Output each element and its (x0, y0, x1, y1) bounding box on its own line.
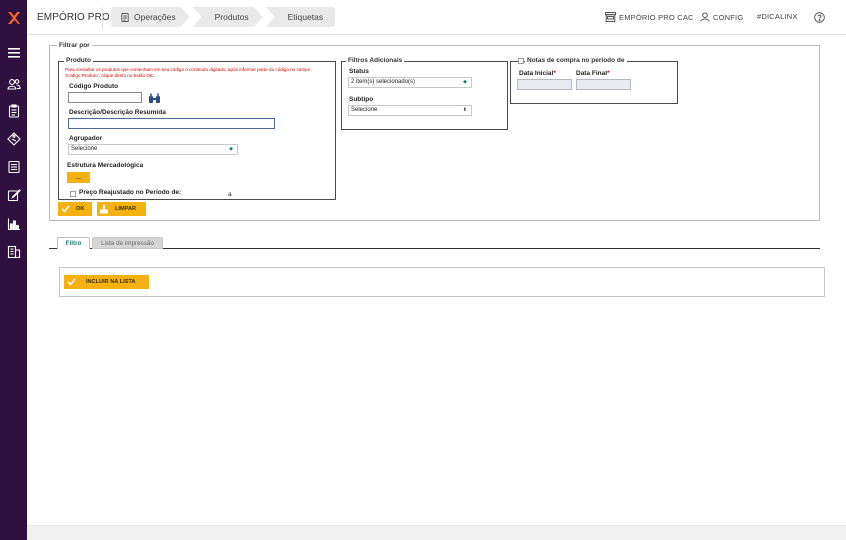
data-inicial-input[interactable] (517, 79, 572, 90)
estrutura-button[interactable]: ... (67, 172, 90, 183)
top-header: EMPÓRIO PRO Operações Produtos Etiquetas… (27, 0, 846, 35)
breadcrumb-label: Produtos (214, 12, 249, 22)
produto-legend: Produto (64, 57, 93, 64)
dicalinx-link[interactable]: #DICALINX (757, 12, 798, 21)
tabs-divider (49, 248, 820, 249)
descricao-input[interactable] (68, 118, 275, 129)
chevron-down-icon: ⬍ (462, 107, 467, 113)
clipboard-icon[interactable] (6, 103, 21, 118)
descricao-label: Descrição/Descrição Resumida (69, 109, 166, 116)
sidebar (0, 0, 27, 540)
preco-sep-label: a (228, 191, 232, 198)
emporio-cac-link[interactable]: EMPÓRIO PRO CAC (605, 12, 694, 22)
document-icon (121, 13, 129, 22)
notas-legend: Notas de compra no período de (525, 57, 627, 64)
adicionais-legend: Filtros Adicionais (346, 57, 405, 64)
preco-reajustado-label: Preço Reajustado no Período de: (79, 189, 182, 196)
header-link-label: #DICALINX (757, 12, 798, 21)
bottom-bar (27, 525, 846, 540)
notas-checkbox[interactable] (518, 58, 524, 64)
linx-logo-icon[interactable] (7, 11, 21, 25)
codigo-produto-label: Código Produto (69, 83, 119, 90)
incluir-panel (59, 267, 825, 297)
list-icon[interactable] (6, 159, 21, 174)
filter-legend: Filtrar por (57, 42, 92, 49)
header-link-label: CONFIG (713, 12, 744, 22)
subtipo-value: Selecione (351, 107, 378, 113)
building-icon[interactable] (6, 244, 21, 259)
config-link[interactable]: CONFIG (700, 12, 743, 22)
broom-icon (97, 202, 111, 216)
users-icon[interactable] (6, 76, 21, 91)
breadcrumb-operacoes[interactable]: Operações (111, 7, 190, 27)
limpar-button[interactable]: LIMPAR (97, 202, 146, 216)
app-title: EMPÓRIO PRO (37, 12, 110, 23)
agrupador-value: Selecione (71, 146, 98, 152)
preco-reajustado-checkbox[interactable] (70, 191, 76, 197)
subtipo-select[interactable]: Selecione ⬍ (348, 105, 472, 116)
breadcrumb-label: Operações (134, 12, 176, 22)
breadcrumb-produtos[interactable]: Produtos (193, 7, 263, 27)
data-final-input[interactable] (576, 79, 631, 90)
estrutura-label: Estrutura Mercadológica (67, 162, 144, 169)
breadcrumb: Operações Produtos Etiquetas (111, 7, 338, 27)
title-separator (102, 7, 103, 29)
status-label: Status (349, 68, 369, 75)
binoculars-icon[interactable] (147, 92, 161, 104)
store-icon (605, 12, 616, 22)
header-link-label: EMPÓRIO PRO CAC (619, 12, 694, 22)
main-content: Filtrar por Produto Para consultar os pr… (27, 35, 846, 525)
incluir-na-lista-button[interactable]: INCLUIR NA LISTA (64, 275, 149, 289)
edit-icon[interactable] (6, 187, 21, 202)
breadcrumb-label: Etiquetas (287, 12, 324, 22)
tab-lista-impressao[interactable]: Lista de impressão (92, 237, 163, 249)
check-icon (64, 275, 78, 289)
user-icon (700, 12, 710, 22)
chevron-down-icon: ◆ (463, 79, 467, 85)
check-icon (58, 202, 72, 216)
menu-icon[interactable] (6, 45, 21, 60)
breadcrumb-etiquetas[interactable]: Etiquetas (265, 7, 336, 27)
chevron-down-icon: ◆ (229, 146, 233, 152)
status-select[interactable]: 2 item(s) selecionado(s) ◆ (348, 77, 472, 88)
ok-button[interactable]: OK (58, 202, 92, 216)
agrupador-label: Agrupador (69, 135, 103, 142)
agrupador-select[interactable]: Selecione ◆ (68, 144, 238, 155)
produto-group (58, 61, 336, 200)
codigo-produto-input[interactable] (68, 92, 142, 103)
chart-icon[interactable] (6, 216, 21, 231)
tab-filtro[interactable]: Filtro (57, 237, 90, 249)
status-value: 2 item(s) selecionado(s) (351, 79, 416, 85)
data-inicial-label: Data Inicial* (519, 70, 556, 77)
produto-hint: Para consultar os produtos que contenham… (65, 67, 311, 78)
subtipo-label: Subtipo (349, 96, 374, 103)
tag-icon[interactable] (6, 131, 21, 146)
help-icon[interactable] (814, 12, 828, 23)
data-final-label: Data Final* (576, 70, 610, 77)
